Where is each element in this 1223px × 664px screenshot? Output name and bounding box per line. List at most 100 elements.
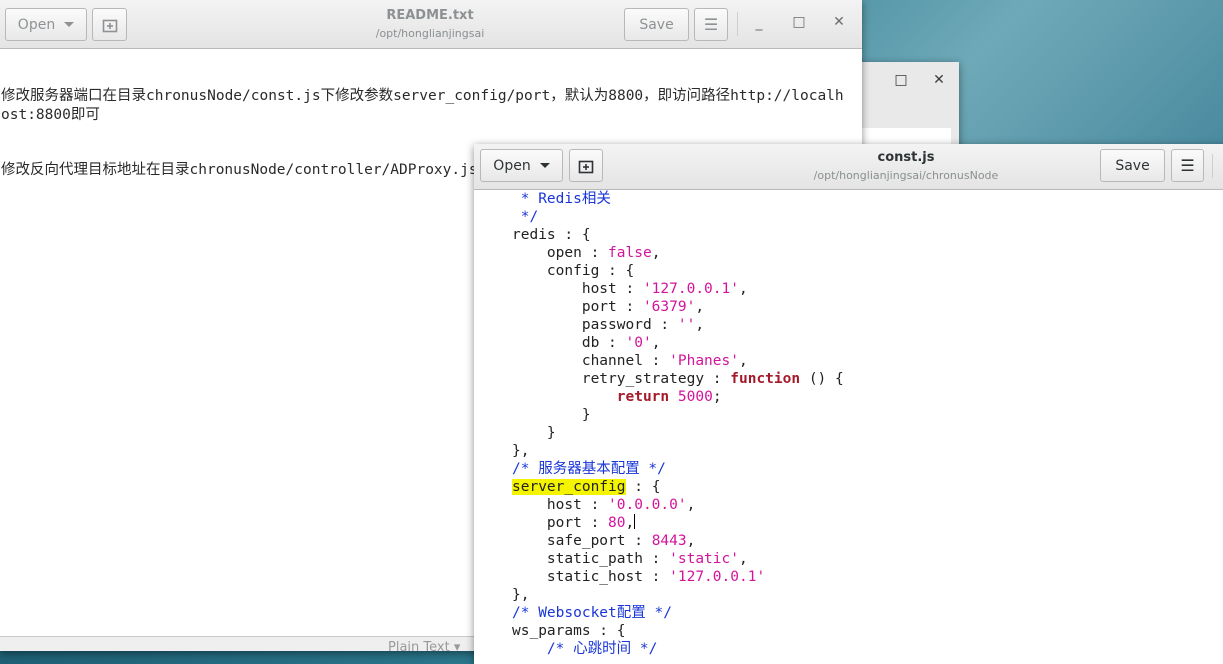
code-line: }, bbox=[512, 586, 529, 604]
code-comment: /* Websocket配置 */ bbox=[512, 605, 672, 621]
text-line: 修改服务器端口在目录chronusNode/const.js下修改参数serve… bbox=[1, 88, 844, 123]
code-comment: /* 心跳时间 */ bbox=[512, 641, 658, 657]
code-line: open : false, bbox=[512, 244, 661, 262]
code-text: , bbox=[686, 533, 696, 549]
code-string: '6379' bbox=[642, 299, 696, 315]
code-text: }, bbox=[512, 587, 530, 603]
code-line: /* Websocket配置 */ bbox=[512, 604, 672, 622]
readme-save-button[interactable]: Save bbox=[624, 8, 689, 41]
code-keyword: function bbox=[730, 371, 801, 387]
const-menu-button[interactable]: ☰ bbox=[1171, 149, 1204, 182]
search-highlight: server_config bbox=[512, 479, 626, 495]
code-text: } bbox=[512, 407, 591, 423]
code-text: port : bbox=[512, 515, 609, 531]
code-string: 'Phanes' bbox=[669, 353, 739, 369]
new-tab-icon bbox=[578, 160, 594, 173]
code-string: 'static' bbox=[669, 551, 739, 567]
code-text: , bbox=[686, 497, 696, 513]
new-tab-icon bbox=[102, 19, 117, 32]
code-line: static_host : '127.0.0.1' bbox=[512, 568, 765, 586]
window-title: const.js bbox=[877, 150, 935, 165]
maximize-icon[interactable]: □ bbox=[891, 72, 911, 88]
text-cursor bbox=[634, 514, 636, 529]
code-text: , bbox=[738, 551, 748, 567]
code-line: port : 80, bbox=[512, 514, 636, 532]
readme-titlebar[interactable]: Open README.txt /opt/honglianjingsai Sav… bbox=[0, 0, 862, 49]
code-string: '127.0.0.1' bbox=[642, 281, 739, 297]
code-text: redis : { bbox=[512, 227, 591, 243]
code-line: */ bbox=[512, 208, 538, 226]
readme-new-document-button[interactable] bbox=[92, 8, 127, 41]
window-title: README.txt bbox=[386, 8, 474, 23]
separator bbox=[737, 12, 738, 36]
code-text: , bbox=[695, 317, 705, 333]
code-editor[interactable]: * Redis相关 */ redis : { open : false, con… bbox=[474, 190, 1223, 664]
readme-menu-button[interactable]: ☰ bbox=[694, 8, 728, 41]
code-line: ws_params : { bbox=[512, 622, 626, 640]
code-text: , bbox=[695, 299, 705, 315]
code-comment: /* 服务器基本配置 */ bbox=[512, 461, 666, 477]
close-icon[interactable]: ✕ bbox=[929, 72, 949, 88]
readme-title-block: README.txt /opt/honglianjingsai bbox=[330, 8, 530, 40]
code-text: host : bbox=[512, 497, 609, 513]
code-keyword: return bbox=[616, 389, 670, 405]
chevron-down-icon bbox=[539, 163, 550, 168]
code-text: , bbox=[651, 245, 661, 261]
close-icon[interactable]: ✕ bbox=[829, 14, 849, 30]
const-title-block: const.js /opt/honglianjingsai/chronusNod… bbox=[796, 150, 1016, 182]
window-path: /opt/honglianjingsai bbox=[375, 27, 485, 40]
code-line: db : '0', bbox=[512, 334, 661, 352]
code-line: } bbox=[512, 406, 591, 424]
code-string: '' bbox=[677, 317, 696, 333]
code-text: }, bbox=[512, 443, 530, 459]
code-text: , bbox=[738, 353, 748, 369]
code-line: /* 服务器基本配置 */ bbox=[512, 460, 666, 478]
code-line: redis : { bbox=[512, 226, 591, 244]
code-text: password : bbox=[512, 317, 678, 333]
separator bbox=[1212, 154, 1213, 178]
code-line: channel : 'Phanes', bbox=[512, 352, 748, 370]
open-label: Open bbox=[493, 157, 531, 174]
language-selector[interactable]: Plain Text ▾ bbox=[388, 640, 460, 651]
minimize-icon[interactable]: _ bbox=[749, 15, 769, 31]
save-label: Save bbox=[639, 16, 674, 33]
code-text: static_path : bbox=[512, 551, 670, 567]
readme-open-button[interactable]: Open bbox=[5, 8, 87, 41]
code-text: retry_strategy : bbox=[512, 371, 731, 387]
code-text: } bbox=[512, 425, 556, 441]
hamburger-menu-icon: ☰ bbox=[1180, 156, 1195, 175]
const-save-button[interactable]: Save bbox=[1100, 149, 1165, 182]
code-line: static_path : 'static', bbox=[512, 550, 748, 568]
code-string: '127.0.0.1' bbox=[669, 569, 766, 585]
code-number: 5000 bbox=[677, 389, 713, 405]
chevron-down-icon bbox=[64, 22, 75, 27]
const-new-document-button[interactable] bbox=[569, 149, 603, 182]
code-text: host : bbox=[512, 281, 643, 297]
code-text: port : bbox=[512, 299, 643, 315]
save-label: Save bbox=[1115, 157, 1150, 174]
code-text: , bbox=[651, 335, 661, 351]
const-open-button[interactable]: Open bbox=[480, 149, 563, 182]
code-comment: * Redis相关 bbox=[512, 191, 611, 207]
code-line: port : '6379', bbox=[512, 298, 704, 316]
code-text: safe_port : bbox=[512, 533, 652, 549]
code-comment: */ bbox=[512, 209, 539, 225]
code-line: }, bbox=[512, 442, 529, 460]
code-text: () { bbox=[800, 371, 844, 387]
code-line: host : '0.0.0.0', bbox=[512, 496, 695, 514]
code-text: ; bbox=[712, 389, 722, 405]
code-text: static_host : bbox=[512, 569, 670, 585]
code-line: config : { bbox=[512, 262, 634, 280]
open-label: Open bbox=[17, 16, 56, 33]
maximize-icon[interactable]: □ bbox=[789, 14, 809, 30]
code-string: '0.0.0.0' bbox=[608, 497, 687, 513]
code-line: server_config : { bbox=[512, 478, 660, 496]
code-text: config : { bbox=[512, 263, 635, 279]
code-line: } bbox=[512, 424, 556, 442]
hamburger-menu-icon: ☰ bbox=[703, 15, 719, 34]
const-window[interactable]: Open const.js /opt/honglianjingsai/chron… bbox=[474, 144, 1223, 664]
window-path: /opt/honglianjingsai/chronusNode bbox=[813, 169, 999, 182]
const-titlebar[interactable]: Open const.js /opt/honglianjingsai/chron… bbox=[474, 144, 1223, 190]
